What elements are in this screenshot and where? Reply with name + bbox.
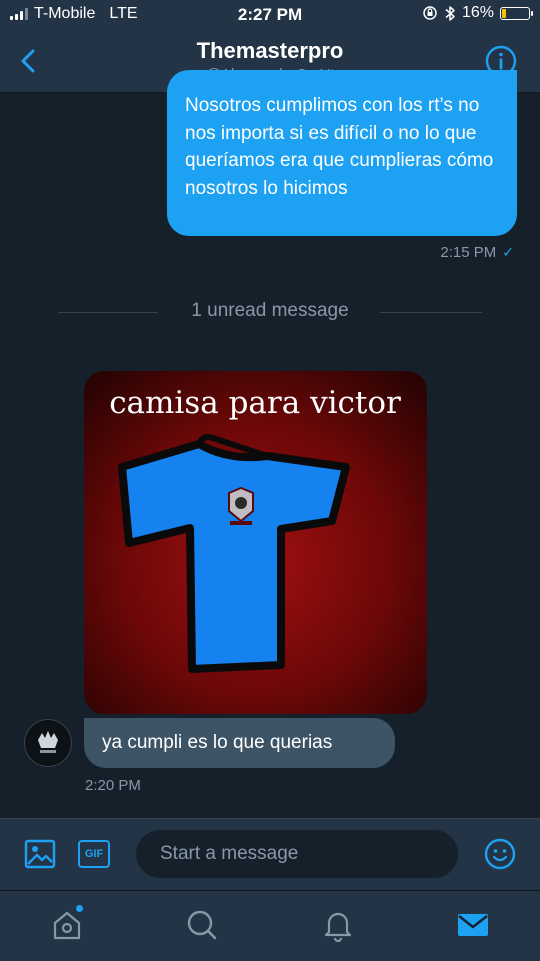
tab-bar — [0, 890, 540, 961]
sender-avatar[interactable] — [24, 719, 72, 767]
home-notification-dot — [76, 905, 83, 912]
status-right: 16% — [422, 4, 533, 22]
shirt-image: camisa para victor — [84, 371, 427, 714]
sent-message-bubble[interactable]: Nosotros cumplimos con los rt’s no nos i… — [167, 70, 517, 236]
messages-icon[interactable] — [456, 908, 490, 942]
image-caption: camisa para victor — [109, 385, 401, 421]
sent-message-time: 2:15 PM ✓ — [440, 244, 514, 261]
avatar-logo-icon — [26, 721, 70, 765]
bluetooth-icon — [445, 5, 455, 21]
emoji-icon[interactable] — [484, 838, 516, 870]
status-bar: T-Mobile LTE 2:27 PM 16% — [0, 0, 540, 30]
received-message-bubble[interactable]: ya cumpli es lo que querias — [84, 718, 395, 768]
sent-time-label: 2:15 PM — [440, 244, 497, 261]
battery-percent: 16% — [461, 4, 494, 21]
message-input[interactable] — [136, 830, 458, 878]
notifications-icon[interactable] — [321, 908, 355, 942]
received-message-time: 2:20 PM — [85, 777, 141, 794]
home-icon[interactable] — [50, 908, 84, 942]
search-icon[interactable] — [185, 908, 219, 942]
gif-button[interactable]: GIF — [78, 840, 110, 868]
battery-fill — [502, 8, 506, 18]
divider-line-right — [380, 312, 482, 313]
unread-divider: 1 unread message — [191, 300, 349, 321]
image-message[interactable]: camisa para victor — [84, 371, 427, 714]
rotation-lock-icon — [423, 6, 437, 20]
conversation-title[interactable]: Themasterpro — [0, 38, 540, 64]
message-composer: GIF — [0, 818, 540, 891]
image-icon[interactable] — [24, 839, 56, 869]
battery-icon — [500, 6, 533, 20]
received-message-text: ya cumpli es lo que querias — [102, 732, 333, 753]
read-check-icon: ✓ — [502, 244, 514, 260]
